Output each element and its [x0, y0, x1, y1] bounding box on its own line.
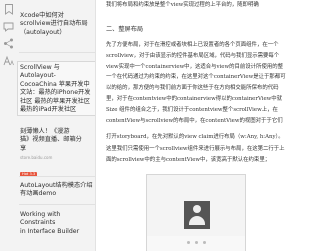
- related-article-2[interactable]: ScrollView 与 Autolayout- CocoaChina 苹果开发…: [20, 64, 95, 114]
- article-body: 我们将布局和约束放是整个view实现过程的上平台的，随即明确 二、整屏布局 先了…: [96, 0, 294, 251]
- article-paragraph: 先了方便布局，对于在滑控或者块相上已设置者的各个页面组件，在一个 scrollv…: [106, 42, 286, 124]
- related-article-title[interactable]: Working with Constraints in Interface Bu…: [20, 211, 94, 236]
- font-size-icon[interactable]: [2, 54, 15, 67]
- related-article-5[interactable]: Working with Constraints in Interface Bu…: [20, 211, 94, 236]
- related-article-3[interactable]: 刻薄懒人！《漫游 猫》视频直播、邮箱分 享 store.baidu.com Ho…: [20, 128, 94, 179]
- section-heading: 二、整屏布局: [106, 26, 144, 33]
- related-article-4[interactable]: AutoLayout结构模态介绍 有动画demo: [20, 182, 94, 199]
- divider: [19, 204, 95, 205]
- divider: [19, 176, 95, 177]
- related-article-1[interactable]: Xcode中如何对 scrollview进行自动布局 （autolayout）: [20, 12, 94, 37]
- share-icon[interactable]: [2, 37, 15, 50]
- comment-icon[interactable]: [2, 20, 15, 33]
- article-intro-line: 我们将布局和约束放是整个view实现过程的上平台的，随即明确: [106, 2, 259, 8]
- article-paragraph: 打开storyboard，在先对默认的view claim进行布局（w:Any,…: [106, 134, 284, 140]
- sidebar-toolbar: [2, 3, 17, 71]
- related-article-title[interactable]: 刻薄懒人！《漫游 猫》视频直播、邮箱分 享: [20, 128, 94, 153]
- image-bottom-bar: [147, 236, 245, 251]
- related-articles-sidebar: Xcode中如何对 scrollview进行自动布局 （autolayout） …: [0, 0, 96, 251]
- divider: [19, 52, 95, 53]
- related-article-title[interactable]: ScrollView 与 Autolayout- CocoaChina 苹果开发…: [20, 64, 95, 114]
- bookmark-icon[interactable]: [2, 3, 15, 16]
- article-source: store.baidu.com: [20, 155, 53, 161]
- related-article-title[interactable]: AutoLayout结构模态介绍 有动画demo: [20, 182, 94, 199]
- storyboard-screenshot-image: [146, 174, 246, 251]
- view-placeholder-icon: [184, 201, 210, 229]
- article-paragraph: 这里我们只需使用一个scrollview组件来进行展示与布局，在这第二行于上面的…: [106, 146, 285, 163]
- related-article-title[interactable]: Xcode中如何对 scrollview进行自动布局 （autolayout）: [20, 12, 94, 37]
